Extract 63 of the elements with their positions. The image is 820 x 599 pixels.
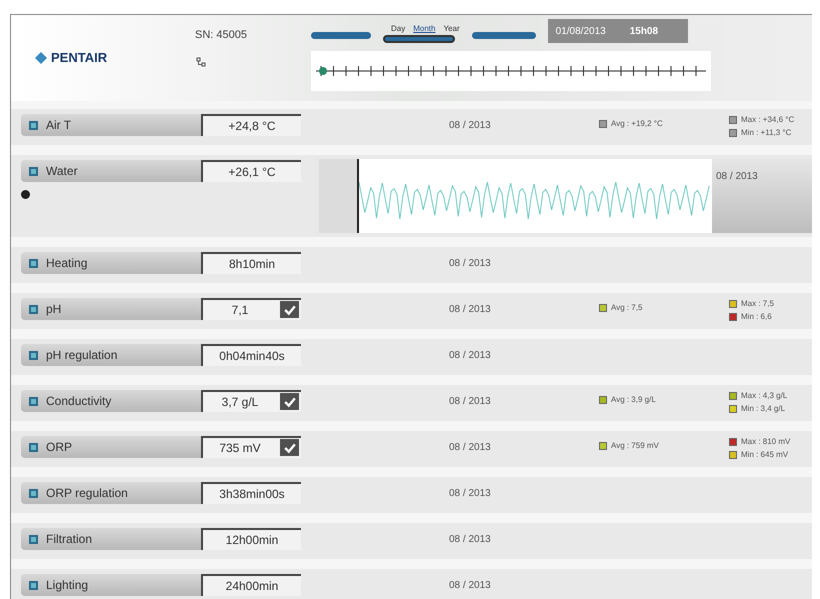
square-icon [29,258,38,268]
value-display: 3h38min00s [201,482,301,504]
value-display: 8h10min [201,252,301,274]
brand-logo: PENTAIR [51,49,108,68]
stat-text: Max : 810 mV [741,436,790,448]
date-display: 01/08/2013 15h08 [548,19,688,43]
value-display: 3,7 g/L [201,390,301,412]
period-text: 08 / 2013 [449,349,492,363]
square-icon [29,442,38,452]
period-text: 08 / 2013 [449,533,492,547]
parameter-label[interactable]: Heating [21,252,201,274]
serial-number: SN: 45005 [195,28,247,43]
stat-text: Min : 645 mV [741,449,788,461]
value-display: 24h00min [201,574,301,596]
info-icon [21,190,30,199]
stat-text: Min : 3,4 g/L [741,403,786,415]
square-icon [29,120,38,130]
parameter-label[interactable]: Conductivity [21,390,201,412]
network-icon [195,56,207,68]
square-icon [29,304,38,314]
square-icon [29,396,38,406]
previous-button[interactable] [311,32,371,39]
value-display: +26,1 °C [201,160,301,182]
stat-text: Max : 4,3 g/L [741,390,788,402]
stat-text: Avg : 3,9 g/L [611,394,656,406]
value-display: 7,1 [201,298,301,320]
parameter-label[interactable]: pH regulation [21,344,201,366]
parameter-label[interactable]: Water [21,160,201,182]
period-tab[interactable]: Day [391,23,406,35]
period-text: 08 / 2013 [449,303,492,317]
square-icon [29,580,38,590]
diamond-logo-icon [35,52,47,64]
stat-text: Avg : 759 mV [611,440,659,452]
parameter-label[interactable]: ORP regulation [21,482,201,504]
value-display: 12h00min [201,528,301,550]
period-text: 08 / 2013 [449,257,492,271]
stat-text: Min : 6,6 [741,311,772,323]
parameter-label[interactable]: pH [21,298,201,320]
parameter-label[interactable]: Lighting [21,574,201,596]
parameter-label[interactable]: Air T [21,114,201,136]
next-button[interactable] [472,32,536,39]
square-icon [29,166,38,176]
square-icon [29,488,38,498]
parameter-label[interactable]: ORP [21,436,201,458]
value-display: 735 mV [201,436,301,458]
period-text: 08 / 2013 [449,579,492,593]
stat-text: Max : 7,5 [741,298,774,310]
period-text: 08 / 2013 [449,441,492,455]
stat-text: Max : +34,6 °C [741,114,794,126]
period-text: 08 / 2013 [449,395,492,409]
stat-text: Min : +11,3 °C [741,127,792,139]
square-icon [29,534,38,544]
parameter-label[interactable]: Filtration [21,528,201,550]
value-display: 0h04min40s [201,344,301,366]
period-text: 08 / 2013 [716,171,758,182]
square-icon [29,350,38,360]
period-text: 08 / 2013 [449,119,492,133]
period-tab[interactable]: Month [413,23,436,35]
period-text: 08 / 2013 [449,487,492,501]
period-tab[interactable]: Year [443,23,460,35]
stat-text: Avg : +19,2 °C [611,118,663,130]
value-display: +24,8 °C [201,114,301,136]
stat-text: Avg : 7,5 [611,302,642,314]
